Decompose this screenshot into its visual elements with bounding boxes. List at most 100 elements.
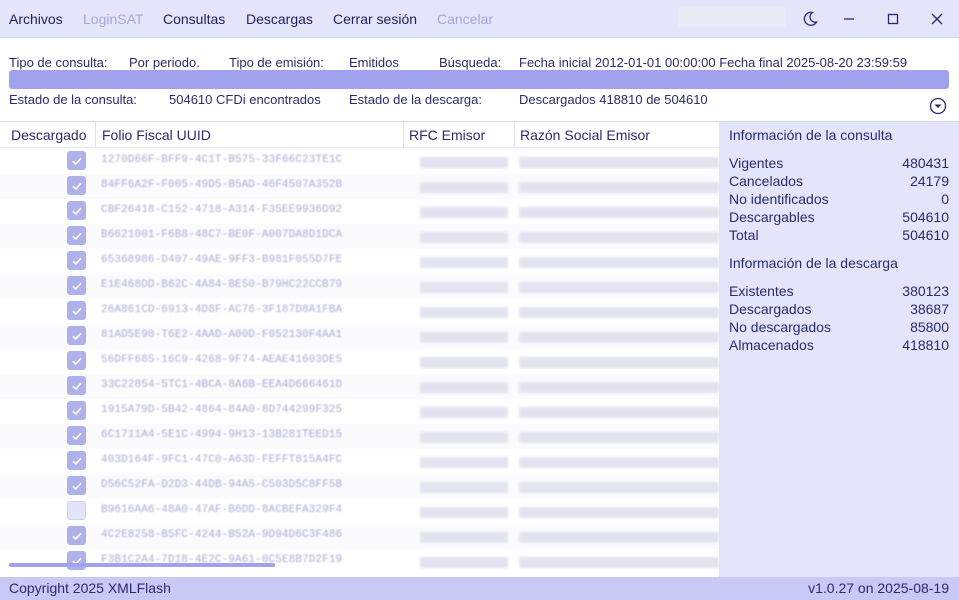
- downloaded-checkbox[interactable]: [67, 526, 86, 545]
- rfc-emisor-cell-blurred: [420, 457, 508, 468]
- descarga-info-title: Información de la descarga: [729, 255, 898, 271]
- expand-button[interactable]: [929, 97, 947, 115]
- table-row[interactable]: B6621001-F6B8-48C7-BE0F-A007DA8D1DCA: [0, 224, 719, 249]
- header-folio-fiscal-uuid[interactable]: Folio Fiscal UUID: [102, 127, 211, 143]
- razon-social-cell-blurred: [519, 332, 719, 343]
- table-row[interactable]: 26A861CD-6913-4D8F-AC76-3F187D8A1FBA: [0, 299, 719, 324]
- consulta-stat: No identificados 0: [729, 191, 949, 209]
- table-row[interactable]: 65368986-D407-49AE-9FF3-B981F055D7FE: [0, 249, 719, 274]
- rfc-emisor-cell-blurred: [420, 557, 508, 568]
- table-row[interactable]: 84FF6A2F-F005-49D5-B5AD-46F4507A352B: [0, 174, 719, 199]
- tipo-consulta-value: Por periodo.: [129, 55, 200, 70]
- checkmark-icon: [71, 382, 82, 390]
- uuid-cell: E1E468DD-B62C-4A84-BE50-B79HC22CCB79: [101, 279, 343, 291]
- rfc-emisor-cell-blurred: [420, 332, 508, 343]
- downloaded-checkbox[interactable]: [67, 301, 86, 320]
- downloaded-checkbox[interactable]: [67, 451, 86, 470]
- checkmark-icon: [71, 207, 82, 215]
- theme-toggle-button[interactable]: [793, 6, 827, 32]
- uuid-cell: 1915A79D-5B42-4864-84A0-8D744299F325: [101, 404, 343, 416]
- rfc-emisor-cell-blurred: [420, 507, 508, 518]
- downloaded-checkbox[interactable]: [67, 351, 86, 370]
- query-progress-bar: [9, 70, 949, 89]
- close-button[interactable]: [920, 6, 954, 32]
- table-row[interactable]: 1915A79D-5B42-4864-84A0-8D744299F325: [0, 399, 719, 424]
- table-row[interactable]: 6C1711A4-5E1C-4994-9H13-13B281TEED15: [0, 424, 719, 449]
- consulta-stat: Total 504610: [729, 227, 949, 245]
- downloaded-checkbox[interactable]: [67, 226, 86, 245]
- header-descargado[interactable]: Descargado: [11, 127, 87, 143]
- menu-consultas[interactable]: Consultas: [163, 11, 225, 27]
- table-row[interactable]: D56C52FA-D2D3-44DB-94A5-C503D5C8FF5B: [0, 474, 719, 499]
- results-table[interactable]: Descargado Folio Fiscal UUID RFC Emisor …: [0, 122, 719, 577]
- menu-loginsat[interactable]: LoginSAT: [83, 11, 143, 27]
- downloaded-checkbox[interactable]: [67, 476, 86, 495]
- descarga-stat: Existentes 380123: [729, 283, 949, 301]
- consulta-stat-value: 24179: [910, 173, 949, 189]
- minimize-button[interactable]: [832, 6, 866, 32]
- status-bar: Copyright 2025 XMLFlash v1.0.27 on 2025-…: [0, 577, 959, 600]
- header-razon-social-emisor[interactable]: Razón Social Emisor: [520, 127, 650, 143]
- downloaded-checkbox[interactable]: [67, 326, 86, 345]
- descarga-stat-label: Existentes: [729, 283, 794, 299]
- downloaded-checkbox[interactable]: [67, 376, 86, 395]
- uuid-cell: 81AD5E90-T6E2-4AAD-A00D-F052130F4AA1: [101, 329, 343, 341]
- downloaded-checkbox[interactable]: [67, 426, 86, 445]
- user-info-blurred: [678, 7, 786, 27]
- table-body: 1270D66F-BFF9-4C1T-B575-33F66C23TE1C 84FF…: [0, 149, 719, 574]
- downloaded-checkbox[interactable]: [67, 501, 86, 520]
- descarga-stat-label: Descargados: [729, 301, 812, 317]
- checkmark-icon: [71, 282, 82, 290]
- rfc-emisor-cell-blurred: [420, 532, 508, 543]
- menu-cancelar[interactable]: Cancelar: [437, 11, 493, 27]
- menu-bar: Archivos LoginSAT Consultas Descargas Ce…: [0, 0, 959, 38]
- downloaded-checkbox[interactable]: [67, 251, 86, 270]
- estado-consulta-label: Estado de la consulta:: [9, 92, 137, 107]
- header-rfc-emisor[interactable]: RFC Emisor: [409, 127, 485, 143]
- razon-social-cell-blurred: [519, 182, 719, 193]
- table-row[interactable]: 33C22854-5TC1-4BCA-8A6B-EEA4D666461D: [0, 374, 719, 399]
- downloaded-checkbox[interactable]: [67, 151, 86, 170]
- table-row[interactable]: 403D164F-9FC1-47C0-A63D-FEFFT815A4FC: [0, 449, 719, 474]
- rfc-emisor-cell-blurred: [420, 182, 508, 193]
- checkmark-icon: [71, 532, 82, 540]
- uuid-cell: CBF26418-C152-4718-A314-F35EE9936D92: [101, 204, 343, 216]
- downloaded-checkbox[interactable]: [67, 276, 86, 295]
- checkmark-icon: [71, 307, 82, 315]
- rfc-emisor-cell-blurred: [420, 357, 508, 368]
- table-row[interactable]: E1E468DD-B62C-4A84-BE50-B79HC22CCB79: [0, 274, 719, 299]
- checkmark-icon: [71, 157, 82, 165]
- table-row[interactable]: 4C2E8258-B5FC-4244-B52A-9D94D6C3F486: [0, 524, 719, 549]
- table-row[interactable]: F3B1C2A4-7D18-4E2C-9A61-0C5E8B7D2F19: [0, 549, 719, 574]
- uuid-cell: D56C52FA-D2D3-44DB-94A5-C503D5C8FF5B: [101, 479, 343, 491]
- checkmark-icon: [71, 457, 82, 465]
- uuid-cell: 4C2E8258-B5FC-4244-B52A-9D94D6C3F486: [101, 529, 343, 541]
- downloaded-checkbox[interactable]: [67, 551, 86, 570]
- downloaded-checkbox[interactable]: [67, 401, 86, 420]
- razon-social-cell-blurred: [519, 407, 719, 418]
- descarga-stat: Almacenados 418810: [729, 337, 949, 355]
- version-text: v1.0.27 on 2025-08-19: [808, 580, 949, 596]
- table-row[interactable]: 56DFF685-16C9-4268-9F74-AEAE41603DE5: [0, 349, 719, 374]
- horizontal-scrollbar[interactable]: [9, 563, 275, 567]
- table-row[interactable]: 81AD5E90-T6E2-4AAD-A00D-F052130F4AA1: [0, 324, 719, 349]
- tipo-emision-value: Emitidos: [349, 55, 399, 70]
- table-row[interactable]: 1270D66F-BFF9-4C1T-B575-33F66C23TE1C: [0, 149, 719, 174]
- summary-panel: Información de la consulta Vigentes 48043…: [719, 122, 959, 577]
- checkmark-icon: [71, 432, 82, 440]
- rfc-emisor-cell-blurred: [420, 257, 508, 268]
- table-row[interactable]: B9616AA6-48A0-47AF-B6DD-8ACBEFA329F4: [0, 499, 719, 524]
- query-progress-fill: [9, 70, 949, 89]
- maximize-button[interactable]: [876, 6, 910, 32]
- downloaded-checkbox[interactable]: [67, 201, 86, 220]
- downloaded-checkbox[interactable]: [67, 176, 86, 195]
- razon-social-cell-blurred: [519, 282, 719, 293]
- table-row[interactable]: CBF26418-C152-4718-A314-F35EE9936D92: [0, 199, 719, 224]
- razon-social-cell-blurred: [519, 207, 719, 218]
- menu-descargas[interactable]: Descargas: [246, 11, 313, 27]
- checkmark-icon: [71, 232, 82, 240]
- razon-social-cell-blurred: [519, 307, 719, 318]
- menu-archivos[interactable]: Archivos: [9, 11, 63, 27]
- menu-cerrar-sesion[interactable]: Cerrar sesión: [333, 11, 417, 27]
- estado-descarga-value: Descargados 418810 de 504610: [519, 92, 708, 107]
